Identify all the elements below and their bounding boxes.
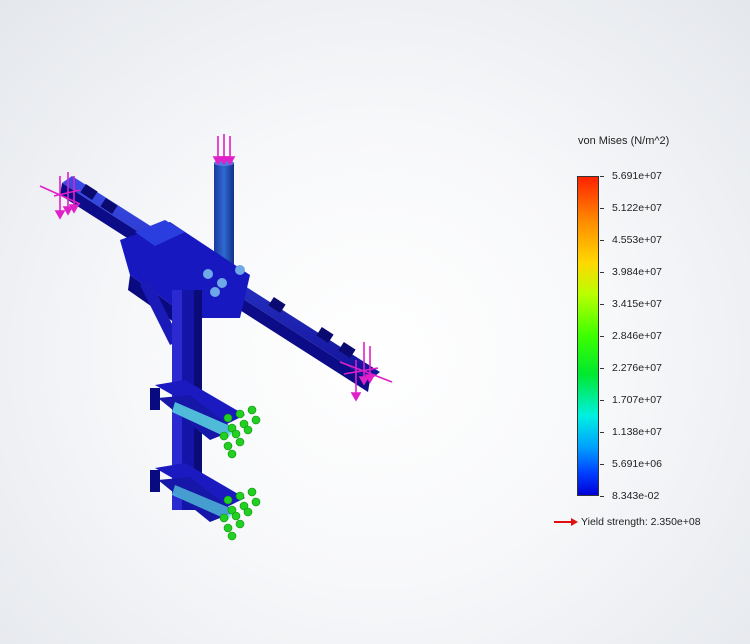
stress-plot-model[interactable]: [0, 0, 750, 644]
colorbar-tick-label: 5.691e+07: [612, 170, 662, 182]
colorbar-tick-mark: [600, 400, 604, 401]
colorbar-tick-mark: [600, 272, 604, 273]
yield-strength-label: Yield strength: 2.350e+08: [581, 516, 701, 528]
colorbar-tick-mark: [600, 240, 604, 241]
colorbar-tick-mark: [600, 496, 604, 497]
yield-strength-indicator: Yield strength: 2.350e+08: [553, 516, 701, 528]
colorbar-tick-label: 1.138e+07: [612, 426, 662, 438]
colorbar-tick-label: 5.691e+06: [612, 458, 662, 470]
simulation-viewport[interactable]: [0, 0, 750, 644]
colorbar-tick-label: 8.343e-02: [612, 490, 660, 502]
colorbar-tick-mark: [600, 432, 604, 433]
colorbar-tick-mark: [600, 176, 604, 177]
colorbar-tick-mark: [600, 304, 604, 305]
colorbar-tick-label: 2.846e+07: [612, 330, 662, 342]
legend-title: von Mises (N/m^2): [578, 135, 670, 147]
colorbar-tick-label: 5.122e+07: [612, 202, 662, 214]
colorbar-tick-mark: [600, 208, 604, 209]
colorbar-tick-label: 3.415e+07: [612, 298, 662, 310]
colorbar-tick-mark: [600, 336, 604, 337]
colorbar-tick-label: 2.276e+07: [612, 362, 662, 374]
arrow-right-icon: [554, 518, 578, 526]
colorbar-tick-mark: [600, 464, 604, 465]
colorbar-tick-label: 1.707e+07: [612, 394, 662, 406]
stress-colorbar: [577, 176, 599, 496]
colorbar-tick-label: 4.553e+07: [612, 234, 662, 246]
colorbar-tick-mark: [600, 368, 604, 369]
colorbar-tick-label: 3.984e+07: [612, 266, 662, 278]
